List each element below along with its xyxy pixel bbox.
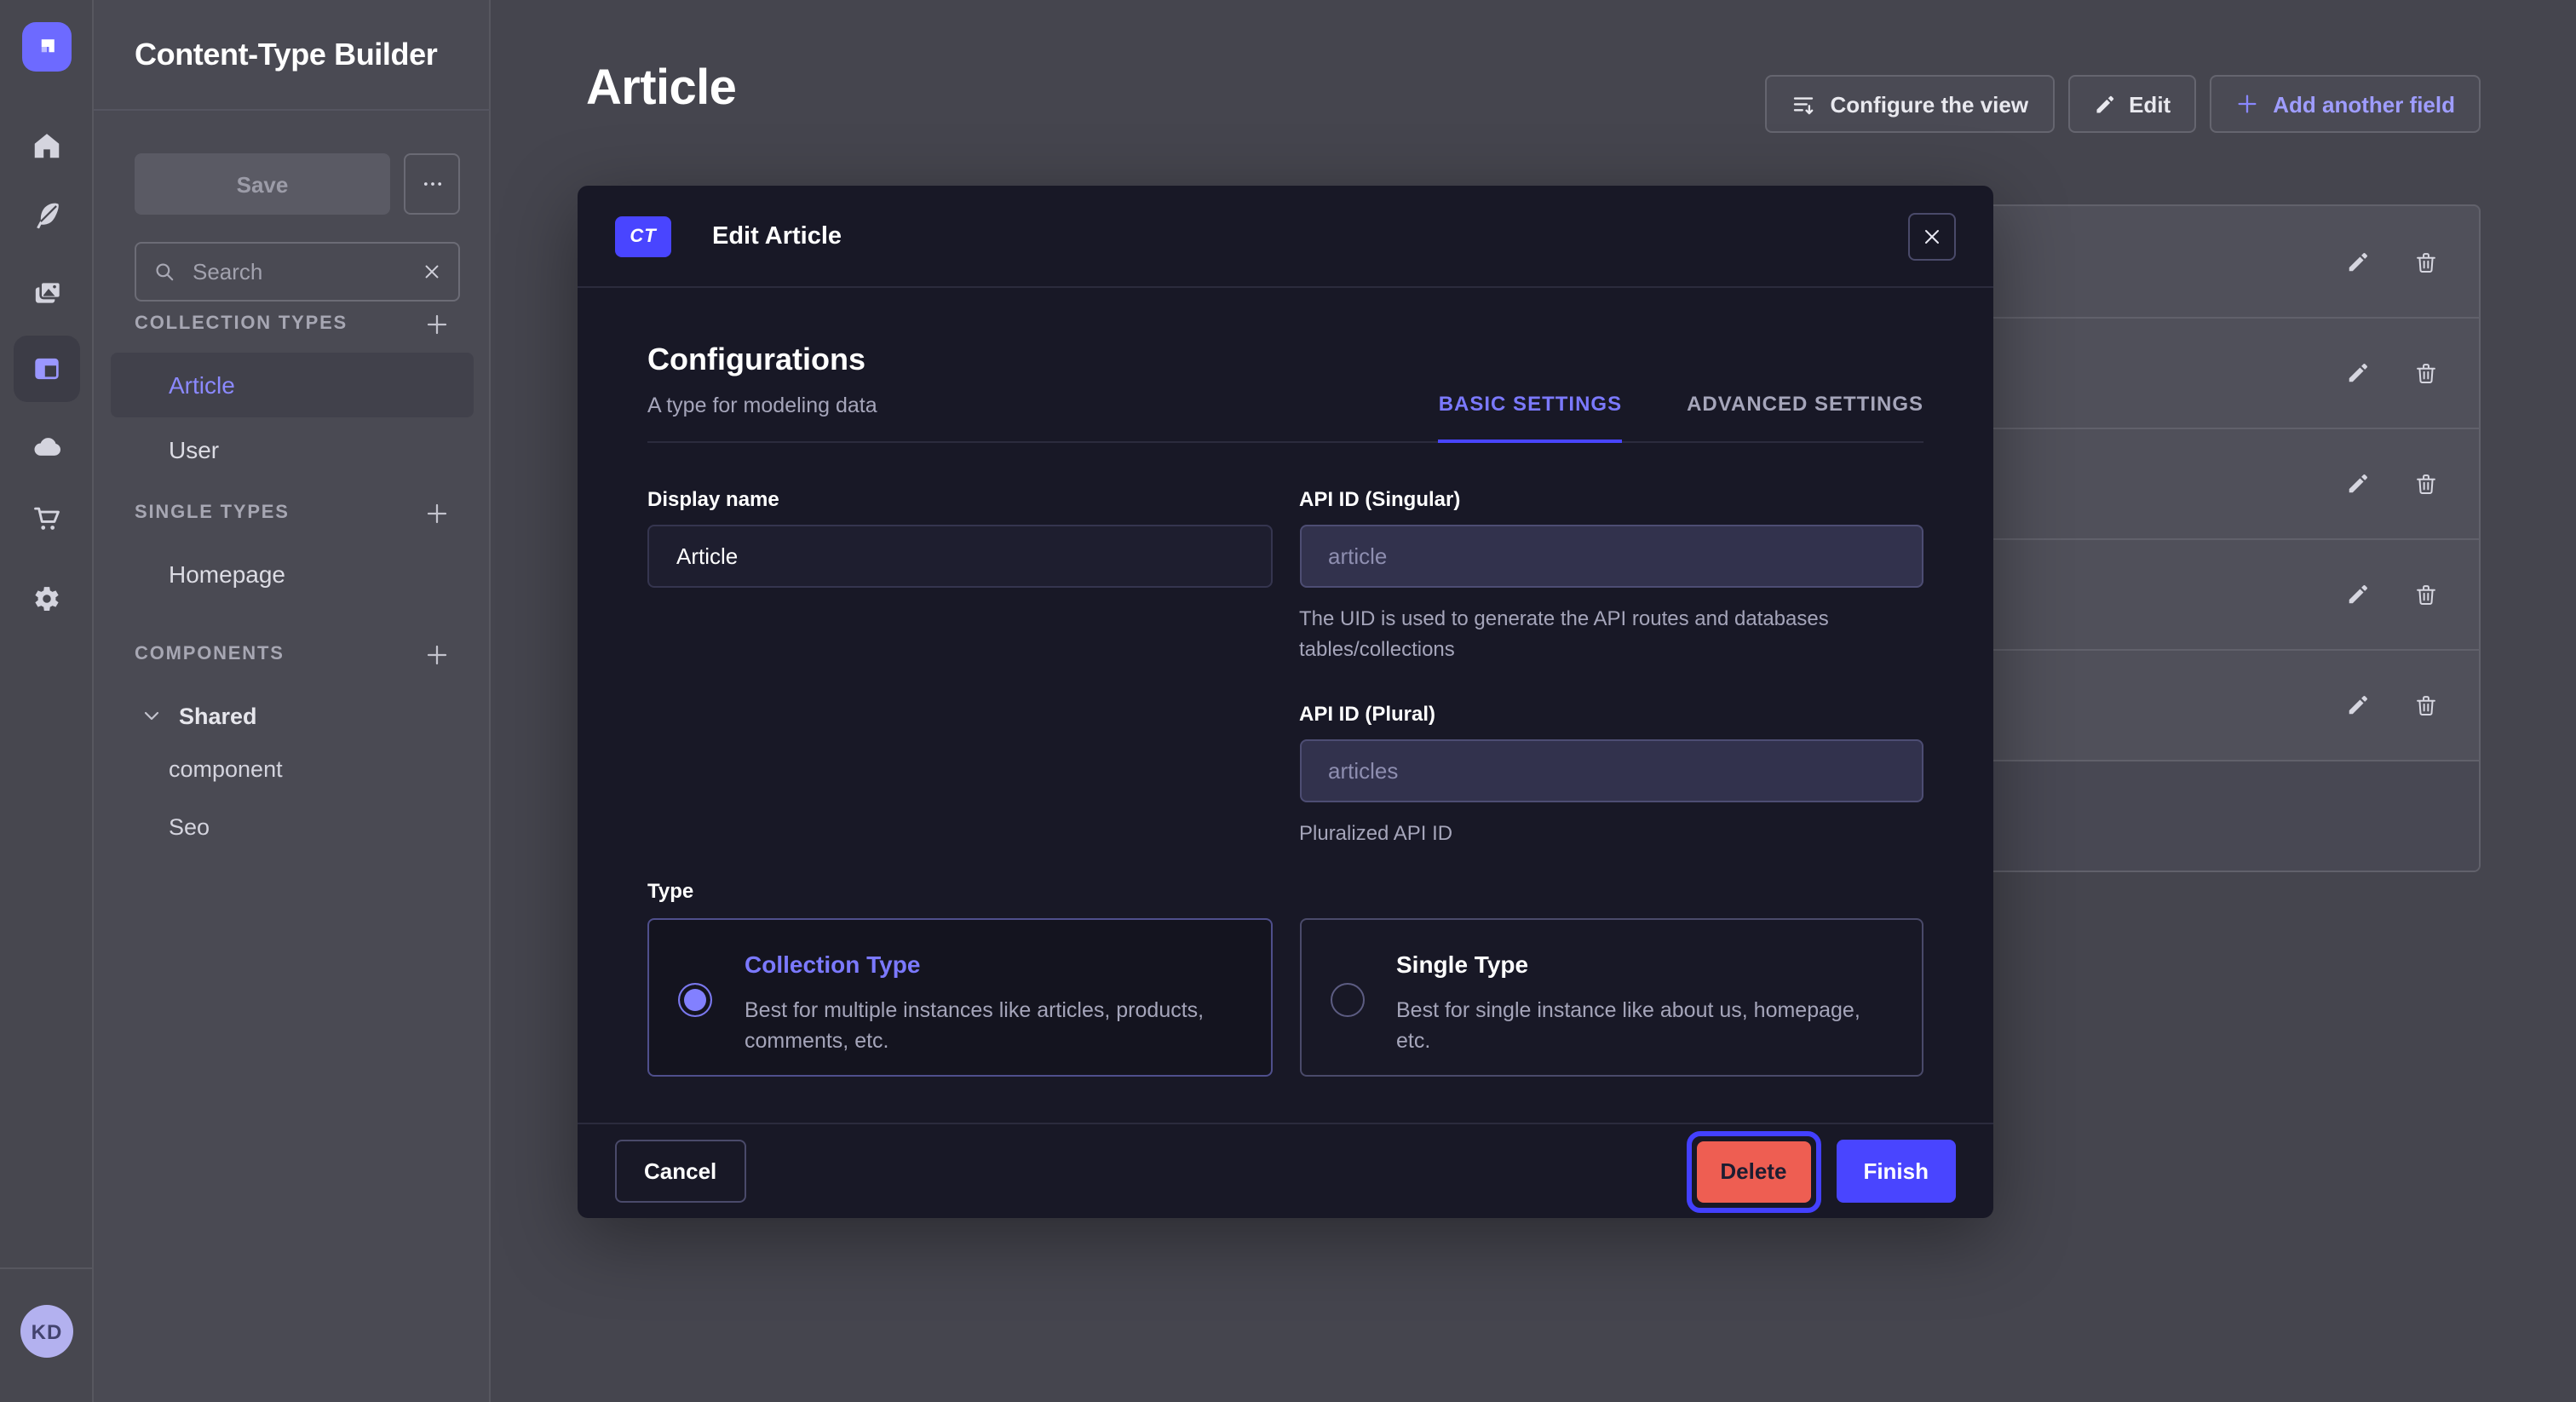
delete-field-icon[interactable] (2404, 239, 2448, 284)
tab-basic-settings[interactable]: BASIC SETTINGS (1439, 392, 1622, 443)
collection-type-radio[interactable] (678, 983, 712, 1017)
content-type-builder-sidebar: Content-Type Builder Save COLLECTION TYP… (94, 0, 491, 1402)
configurations-subtitle: A type for modeling data (647, 394, 877, 441)
api-id-singular-help: The UID is used to generate the API rout… (1299, 603, 1923, 664)
configurations-title: Configurations (647, 342, 877, 378)
edit-field-icon[interactable] (2336, 239, 2380, 284)
configure-list-icon (1791, 91, 1817, 117)
search-input[interactable] (189, 257, 409, 286)
api-id-plural-field: API ID (Plural) Pluralized API ID (1299, 702, 1923, 848)
close-modal-button[interactable] (1908, 212, 1956, 260)
configure-view-button[interactable]: Configure the view (1766, 75, 2055, 133)
display-name-input[interactable] (647, 525, 1272, 588)
fields-grid: Display name API ID (Singular) The UID i… (647, 487, 1923, 848)
sidebar-item-seo[interactable]: Seo (111, 797, 474, 855)
sidebar-title-divider (94, 109, 491, 111)
add-single-type-icon[interactable] (423, 499, 450, 526)
save-button[interactable]: Save (135, 153, 390, 215)
api-id-singular-label: API ID (Singular) (1299, 487, 1923, 511)
strapi-logo-icon (34, 34, 60, 60)
type-label: Type (647, 879, 1923, 903)
section-label: COMPONENTS (135, 644, 285, 664)
modal-title: Edit Article (712, 222, 842, 250)
footer-actions: Delete Finish (1686, 1130, 1956, 1212)
settings-tabs: BASIC SETTINGS ADVANCED SETTINGS (1439, 392, 1923, 441)
edit-field-icon[interactable] (2336, 683, 2380, 727)
delete-field-icon[interactable] (2404, 462, 2448, 506)
pencil-icon (2093, 93, 2115, 115)
search-box (135, 242, 460, 302)
finish-button[interactable]: Finish (1836, 1140, 1956, 1203)
settings-gear-icon[interactable] (14, 566, 80, 632)
configurations-header: Configurations A type for modeling data … (647, 342, 1923, 443)
sidebar-group-shared[interactable]: Shared (111, 685, 474, 746)
single-types-section-header: SINGLE TYPES (135, 499, 450, 526)
header-actions: Configure the view Edit Add another fiel… (1766, 75, 2481, 133)
cancel-button[interactable]: Cancel (615, 1140, 745, 1203)
add-another-field-button[interactable]: Add another field (2210, 75, 2481, 133)
display-name-label: Display name (647, 487, 1272, 511)
single-type-card[interactable]: Single Type Best for single instance lik… (1299, 918, 1923, 1077)
api-id-plural-label: API ID (Plural) (1299, 702, 1923, 726)
display-name-field: Display name (647, 487, 1272, 664)
collection-types-section-header: COLLECTION TYPES (135, 310, 450, 337)
user-avatar[interactable]: KD (20, 1305, 73, 1358)
home-icon[interactable] (14, 112, 80, 179)
delete-button-focus-ring: Delete (1686, 1130, 1820, 1212)
rail-divider (0, 1267, 94, 1269)
edit-field-icon[interactable] (2336, 351, 2380, 395)
single-type-radio[interactable] (1330, 983, 1364, 1017)
more-options-button[interactable] (404, 153, 460, 215)
delete-button[interactable]: Delete (1696, 1141, 1810, 1202)
collection-type-title: Collection Type (745, 951, 920, 978)
marketplace-cart-icon[interactable] (14, 486, 80, 552)
clear-search-icon[interactable] (423, 262, 441, 281)
sidebar-item-homepage[interactable]: Homepage (111, 542, 474, 606)
modal-body: Configurations A type for modeling data … (647, 288, 1923, 1077)
sidebar-item-component[interactable]: component (111, 739, 474, 797)
grid-spacer (647, 702, 1272, 848)
search-icon (153, 261, 175, 283)
strapi-logo[interactable] (22, 22, 72, 72)
delete-field-icon[interactable] (2404, 351, 2448, 395)
cloud-icon[interactable] (14, 412, 80, 479)
delete-field-icon[interactable] (2404, 572, 2448, 617)
section-label: COLLECTION TYPES (135, 313, 348, 334)
feather-icon[interactable] (14, 182, 80, 249)
collection-type-card[interactable]: Collection Type Best for multiple instan… (647, 918, 1272, 1077)
modal-footer: Cancel Delete Finish (578, 1123, 1993, 1218)
components-section-header: COMPONENTS (135, 641, 450, 668)
nav-rail: KD (0, 0, 94, 1402)
collection-type-description: Best for multiple instances like article… (745, 995, 1239, 1057)
chevron-down-icon (141, 705, 162, 726)
add-component-icon[interactable] (423, 641, 450, 668)
media-library-icon[interactable] (14, 259, 80, 325)
edit-field-icon[interactable] (2336, 462, 2380, 506)
app: KD Content-Type Builder Save COLLECTION … (0, 0, 2576, 1402)
type-options: Collection Type Best for multiple instan… (647, 918, 1923, 1077)
single-type-description: Best for single instance like about us, … (1396, 995, 1890, 1057)
tab-advanced-settings[interactable]: ADVANCED SETTINGS (1687, 392, 1923, 443)
add-collection-type-icon[interactable] (423, 310, 450, 337)
api-id-singular-field: API ID (Singular) The UID is used to gen… (1299, 487, 1923, 664)
delete-field-icon[interactable] (2404, 683, 2448, 727)
section-label: SINGLE TYPES (135, 503, 290, 523)
edit-button[interactable]: Edit (2067, 75, 2196, 133)
sidebar-item-article[interactable]: Article (111, 353, 474, 417)
ellipsis-icon (420, 172, 444, 196)
content-type-badge: CT (615, 215, 671, 256)
close-icon (1922, 226, 1942, 246)
content-type-builder-icon[interactable] (14, 336, 80, 402)
plus-icon (2235, 92, 2259, 116)
api-id-plural-input[interactable] (1299, 739, 1923, 802)
edit-field-icon[interactable] (2336, 572, 2380, 617)
page-title: Article (586, 61, 736, 118)
single-type-title: Single Type (1396, 951, 1528, 978)
sidebar-item-user[interactable]: User (111, 417, 474, 482)
sidebar-title: Content-Type Builder (135, 0, 437, 109)
modal-header: CT Edit Article (578, 186, 1993, 288)
api-id-singular-input[interactable] (1299, 525, 1923, 588)
edit-article-modal: CT Edit Article Configurations A type fo… (578, 186, 1993, 1218)
api-id-plural-help: Pluralized API ID (1299, 818, 1923, 848)
